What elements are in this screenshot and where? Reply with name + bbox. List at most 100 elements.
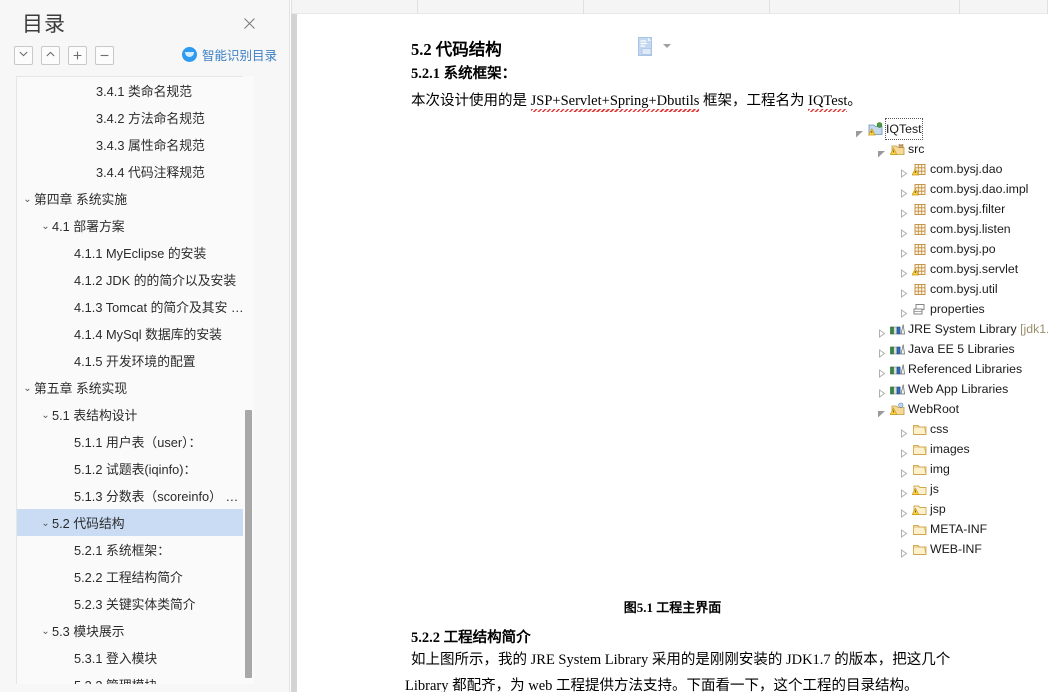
chevron-down-icon[interactable]: ⌄ bbox=[21, 186, 34, 212]
toc-item[interactable]: 4.1.4 MySql 数据库的安装 bbox=[17, 320, 253, 347]
project-explorer-tree[interactable]: IQTest src com.bysj.dao com.bysj.dao.impl co… bbox=[855, 118, 1048, 569]
project-tree-node[interactable]: Java EE 5 Libraries bbox=[855, 339, 1048, 359]
source-folder-icon bbox=[889, 142, 905, 156]
toc-item[interactable]: ⌄ 4.1 部署方案 bbox=[17, 212, 253, 239]
toc-item[interactable]: ⌄ 第四章 系统实施 bbox=[17, 185, 253, 212]
toc-item[interactable]: ⌄ 第五章 系统实现 bbox=[17, 374, 253, 401]
toc-item[interactable]: ⌄ 5.1 表结构设计 bbox=[17, 401, 253, 428]
project-tree-node-label-wrap: css bbox=[930, 419, 948, 439]
project-tree-node[interactable]: com.bysj.listen bbox=[855, 219, 1048, 239]
tree-collapsed-arrow-icon[interactable] bbox=[899, 484, 908, 498]
tree-collapsed-arrow-icon[interactable] bbox=[899, 444, 908, 458]
tree-collapsed-arrow-icon[interactable] bbox=[899, 424, 908, 438]
project-tree-node-label-wrap: com.bysj.util bbox=[930, 279, 998, 299]
minus-icon[interactable] bbox=[95, 46, 114, 65]
project-tree-node[interactable]: css bbox=[855, 419, 1048, 439]
chevron-up-icon[interactable] bbox=[41, 46, 60, 65]
toc-list[interactable]: 3.4.1 类命名规范 3.4.2 方法命名规范 3.4.3 属性命名规范 3.4.4… bbox=[16, 76, 254, 684]
project-tree-node-label: IQTest bbox=[886, 122, 922, 136]
toc-scrollbar-thumb[interactable] bbox=[245, 410, 252, 678]
smart-detect-icon bbox=[181, 47, 197, 62]
paste-options-icon[interactable] bbox=[638, 37, 655, 57]
project-tree-node-label: WebRoot bbox=[908, 402, 960, 416]
project-tree-node[interactable]: src bbox=[855, 139, 1048, 159]
chevron-down-icon[interactable]: ⌄ bbox=[39, 402, 52, 428]
tree-expanded-arrow-icon[interactable] bbox=[855, 124, 864, 138]
project-tree-node-label-wrap: com.bysj.dao.impl bbox=[930, 179, 1028, 199]
project-tree-node[interactable]: com.bysj.util bbox=[855, 279, 1048, 299]
toc-item[interactable]: ⌄ 5.2 代码结构 bbox=[17, 509, 253, 536]
toc-item[interactable]: 5.3.1 登入模块 bbox=[17, 644, 253, 671]
plus-icon[interactable] bbox=[68, 46, 87, 65]
toc-item[interactable]: 5.2.2 工程结构简介 bbox=[17, 563, 253, 590]
toc-item[interactable]: 5.2.3 关键实体类简介 bbox=[17, 590, 253, 617]
smart-toc-button[interactable]: 智能识别目录 bbox=[181, 45, 277, 64]
toc-item[interactable]: 3.4.1 类命名规范 bbox=[17, 77, 253, 104]
project-tree-node[interactable]: com.bysj.dao bbox=[855, 159, 1048, 179]
tree-collapsed-arrow-icon[interactable] bbox=[899, 224, 908, 238]
toc-item[interactable]: 5.3.2 管理模块 bbox=[17, 671, 253, 684]
chevron-down-icon[interactable] bbox=[14, 46, 33, 65]
toc-item[interactable]: 3.4.4 代码注释规范 bbox=[17, 158, 253, 185]
toc-item[interactable]: 4.1.2 JDK 的的简介以及安装 bbox=[17, 266, 253, 293]
project-tree-node[interactable]: com.bysj.po bbox=[855, 239, 1048, 259]
tree-collapsed-arrow-icon[interactable] bbox=[899, 464, 908, 478]
project-tree-node[interactable]: Web App Libraries bbox=[855, 379, 1048, 399]
tree-collapsed-arrow-icon[interactable] bbox=[899, 524, 908, 538]
tree-collapsed-arrow-icon[interactable] bbox=[899, 544, 908, 558]
close-icon[interactable] bbox=[240, 17, 258, 35]
project-tree-node[interactable]: JRE System Library [jdk1.7.0_13] bbox=[855, 319, 1048, 339]
toc-item[interactable]: 5.2.1 系统框架： bbox=[17, 536, 253, 563]
project-tree-node[interactable]: jsp bbox=[855, 499, 1048, 519]
tree-collapsed-arrow-icon[interactable] bbox=[877, 364, 886, 378]
project-tree-node[interactable]: WEB-INF bbox=[855, 539, 1048, 559]
chevron-down-icon[interactable]: ⌄ bbox=[21, 375, 34, 401]
toc-item[interactable]: 3.4.2 方法命名规范 bbox=[17, 104, 253, 131]
tree-collapsed-arrow-icon[interactable] bbox=[899, 164, 908, 178]
document-page[interactable]: 5.2 代码结构 5.2.1 系统框架： 本次设计使用的是 JSP+Servle… bbox=[297, 14, 1048, 692]
project-tree-node[interactable]: images bbox=[855, 439, 1048, 459]
project-tree-node[interactable]: Referenced Libraries bbox=[855, 359, 1048, 379]
tree-collapsed-arrow-icon[interactable] bbox=[899, 204, 908, 218]
chevron-down-icon[interactable]: ⌄ bbox=[39, 618, 52, 644]
project-tree-node[interactable]: com.bysj.dao.impl bbox=[855, 179, 1048, 199]
project-tree-node[interactable]: properties bbox=[855, 299, 1048, 319]
toc-item[interactable]: 4.1.3 Tomcat 的简介及其安 … bbox=[17, 293, 253, 320]
tree-collapsed-arrow-icon[interactable] bbox=[899, 264, 908, 278]
toc-item-label: 5.2.2 工程结构简介 bbox=[74, 570, 183, 586]
project-tree-node[interactable]: META-INF bbox=[855, 519, 1048, 539]
toc-item[interactable]: 4.1.5 开发环境的配置 bbox=[17, 347, 253, 374]
project-tree-node-label-wrap: WebRoot bbox=[908, 399, 959, 419]
tree-collapsed-arrow-icon[interactable] bbox=[877, 384, 886, 398]
chevron-down-icon[interactable] bbox=[663, 44, 671, 48]
tree-collapsed-arrow-icon[interactable] bbox=[899, 244, 908, 258]
toc-header: 目录 bbox=[0, 0, 290, 42]
tree-collapsed-arrow-icon[interactable] bbox=[877, 324, 886, 338]
project-tree-node[interactable]: js bbox=[855, 479, 1048, 499]
toc-item[interactable]: 5.1.3 分数表（scoreinfo） … bbox=[17, 482, 253, 509]
toc-scrollbar[interactable] bbox=[243, 76, 254, 684]
project-tree-node-label: com.bysj.filter bbox=[930, 202, 1006, 216]
tree-expanded-arrow-icon[interactable] bbox=[877, 144, 886, 158]
tree-collapsed-arrow-icon[interactable] bbox=[899, 284, 908, 298]
project-tree-node[interactable]: com.bysj.servlet bbox=[855, 259, 1048, 279]
project-tree-node[interactable]: img bbox=[855, 459, 1048, 479]
tree-collapsed-arrow-icon[interactable] bbox=[899, 304, 908, 318]
project-tree-node[interactable]: com.bysj.filter bbox=[855, 199, 1048, 219]
project-tree-node[interactable]: IQTest bbox=[855, 118, 1048, 140]
tree-collapsed-arrow-icon[interactable] bbox=[899, 504, 908, 518]
tree-expanded-arrow-icon[interactable] bbox=[877, 404, 886, 418]
chevron-down-icon[interactable]: ⌄ bbox=[39, 510, 52, 536]
toc-item[interactable]: 5.1.2 试题表(iqinfo)： bbox=[17, 455, 253, 482]
project-tree-node-label-wrap: Web App Libraries bbox=[908, 379, 1008, 399]
project-tree-node[interactable]: WebRoot bbox=[855, 399, 1048, 419]
chevron-down-icon[interactable]: ⌄ bbox=[39, 213, 52, 239]
toc-item[interactable]: 5.1.1 用户表（user）： bbox=[17, 428, 253, 455]
toc-item[interactable]: ⌄ 5.3 模块展示 bbox=[17, 617, 253, 644]
toc-item[interactable]: 4.1.1 MyEclipse 的安装 bbox=[17, 239, 253, 266]
tree-collapsed-arrow-icon[interactable] bbox=[877, 344, 886, 358]
toc-item[interactable]: 3.4.3 属性命名规范 bbox=[17, 131, 253, 158]
project-tree-node-label: com.bysj.util bbox=[930, 282, 998, 296]
tree-collapsed-arrow-icon[interactable] bbox=[899, 184, 908, 198]
project-tree-node-label-wrap: Referenced Libraries bbox=[908, 359, 1022, 379]
